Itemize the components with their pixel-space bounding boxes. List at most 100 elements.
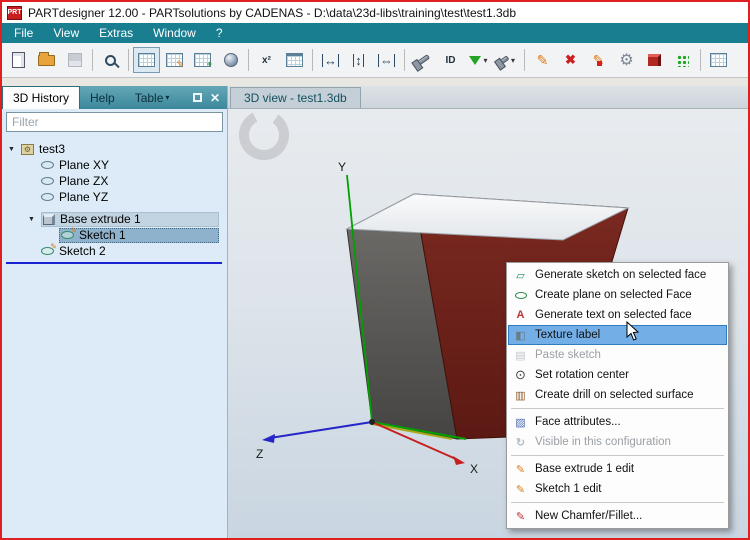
edit-attributes-button[interactable]: ✎ [585, 47, 612, 73]
expand-arrow-icon[interactable]: ▼ [28, 216, 41, 223]
settings-button[interactable]: ⚙ [613, 47, 640, 73]
delete-element-button[interactable]: ✖ [557, 47, 584, 73]
sketcher-button[interactable] [133, 47, 160, 73]
menu-file[interactable]: File [4, 24, 43, 42]
edit-sketch-button[interactable]: ✎ [161, 47, 188, 73]
thread-bolt-icon [415, 54, 430, 67]
face-attributes-icon [513, 416, 528, 429]
axis-x-label: X [470, 462, 478, 476]
context-menu-item-create-drill[interactable]: Create drill on selected surface [508, 385, 727, 405]
extrude-icon [43, 214, 55, 225]
dimension-horizontal-icon: ↔ [322, 54, 339, 67]
quick-render-dropdown[interactable]: ▾ [465, 47, 492, 73]
tree-item-sketch-2[interactable]: Sketch 2 [2, 243, 227, 259]
menu-bar: File View Extras Window ? [2, 23, 748, 43]
tree-item-plane-xy[interactable]: Plane XY [2, 157, 227, 173]
expand-arrow-icon[interactable]: ▼ [8, 146, 21, 153]
thread-button[interactable] [409, 47, 436, 73]
tree-item-label: Plane ZX [59, 174, 108, 188]
pattern-button[interactable] [669, 47, 696, 73]
context-menu-item-texture-label[interactable]: Texture label [508, 325, 727, 345]
table-button[interactable] [281, 47, 308, 73]
variables-button[interactable]: x² [253, 47, 280, 73]
context-menu-item-sketch-1-edit[interactable]: Sketch 1 edit [508, 479, 727, 499]
delete-cross-icon: ✖ [565, 52, 576, 68]
context-menu-item-generate-text[interactable]: Generate text on selected face [508, 305, 727, 325]
save-button[interactable] [61, 47, 88, 73]
edit-pencil-icon [513, 483, 528, 496]
id-icon: ID [446, 55, 456, 66]
shading-sphere-icon [224, 53, 238, 67]
filter-container [2, 109, 227, 135]
context-menu-item-paste-sketch[interactable]: Paste sketch [508, 345, 727, 365]
sketch-icon [41, 247, 54, 255]
tab-3d-history[interactable]: 3D History [2, 86, 80, 109]
save-icon [68, 53, 82, 67]
context-menu-item-set-rotation-center[interactable]: Set rotation center [508, 365, 727, 385]
dimension-vertical-icon: ↕ [353, 54, 364, 67]
open-file-button[interactable] [33, 47, 60, 73]
tree-item-plane-yz[interactable]: Plane YZ [2, 189, 227, 205]
new-sketch-button[interactable]: + [189, 47, 216, 73]
context-menu-item-generate-sketch[interactable]: Generate sketch on selected face [508, 265, 727, 285]
generate-sketch-icon [513, 269, 528, 282]
menu-help[interactable]: ? [206, 24, 233, 42]
quick-render-icon [469, 56, 481, 65]
id-button[interactable]: ID [437, 47, 464, 73]
tree-item-label: Plane XY [59, 158, 109, 172]
tab-help[interactable]: Help [80, 86, 125, 109]
panel-controls: ✕ [193, 86, 227, 109]
shading-button[interactable] [217, 47, 244, 73]
menu-separator [511, 502, 724, 503]
screw-standards-icon [498, 55, 510, 65]
pattern-dots-icon [676, 54, 689, 67]
standards-dropdown[interactable]: ▾ [493, 47, 520, 73]
edit-sketch-icon: ✎ [166, 53, 183, 67]
edit-element-button[interactable]: ✎ [529, 47, 556, 73]
tree-item-label: test3 [39, 142, 65, 156]
menu-view[interactable]: View [43, 24, 89, 42]
create-plane-icon [513, 292, 528, 299]
zoom-button[interactable] [97, 47, 124, 73]
context-menu-item-face-attributes[interactable]: Face attributes... [508, 412, 727, 432]
tree-item-test3[interactable]: ▼ test3 [2, 141, 227, 157]
tab-3d-view[interactable]: 3D view - test1.3db [230, 87, 361, 108]
context-menu-item-base-extrude-edit[interactable]: Base extrude 1 edit [508, 459, 727, 479]
zoom-icon [105, 55, 116, 66]
menu-separator [511, 408, 724, 409]
origin-point [369, 419, 375, 425]
close-icon[interactable]: ✕ [210, 92, 220, 104]
open-folder-icon [38, 55, 55, 66]
dimension-linear-button[interactable]: ↔ [317, 47, 344, 73]
main-toolbar: ✎ + x² ↔ ↕ ⇔ ID ▾ ▾ ✎ ✖ ✎ ⚙ [2, 43, 748, 78]
float-panel-icon[interactable] [193, 93, 202, 102]
tab-table[interactable]: Table▾ [125, 86, 180, 109]
tree-item-label: Base extrude 1 [60, 212, 141, 226]
generate-text-icon [513, 309, 528, 321]
tree-item-sketch-1[interactable]: Sketch 1 [2, 227, 227, 243]
solid-view-button[interactable] [641, 47, 668, 73]
history-position-marker[interactable] [6, 262, 222, 264]
window-title: PARTdesigner 12.00 - PARTsolutions by CA… [28, 6, 516, 20]
drill-icon [513, 389, 528, 402]
toolbar-separator [404, 49, 405, 71]
settings-gear-icon: ⚙ [619, 50, 633, 70]
content-area: 3D History Help Table▾ ✕ ▼ test3 [2, 78, 748, 538]
context-menu: Generate sketch on selected face Create … [506, 262, 729, 529]
tree-row-selected: Sketch 1 [59, 228, 219, 243]
3d-viewport[interactable]: Y Z X Generate sketch on selected face C… [228, 109, 748, 538]
dimension-parallel-button[interactable]: ⇔ [373, 47, 400, 73]
context-menu-item-new-chamfer-fillet[interactable]: New Chamfer/Fillet... [508, 506, 727, 526]
dimension-vertical-button[interactable]: ↕ [345, 47, 372, 73]
menu-extras[interactable]: Extras [89, 24, 143, 42]
filter-input[interactable] [6, 112, 223, 132]
tree-item-plane-zx[interactable]: Plane ZX [2, 173, 227, 189]
mouse-cursor-icon [626, 321, 640, 341]
tree-item-base-extrude-1[interactable]: ▼ Base extrude 1 [2, 211, 227, 227]
menu-window[interactable]: Window [143, 24, 206, 42]
toolbar-separator [700, 49, 701, 71]
grid-button[interactable] [705, 47, 732, 73]
context-menu-item-create-plane[interactable]: Create plane on selected Face [508, 285, 727, 305]
context-menu-item-visible-configuration[interactable]: Visible in this configuration [508, 432, 727, 452]
new-file-button[interactable] [5, 47, 32, 73]
